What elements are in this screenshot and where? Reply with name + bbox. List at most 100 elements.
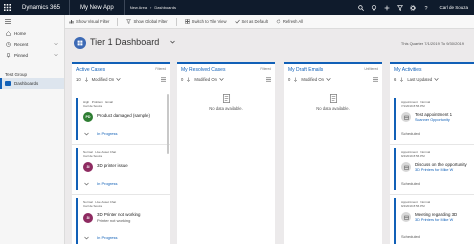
activity-title[interactable]: Test appointment 1 (415, 112, 452, 117)
sort-field-dropdown[interactable]: Last Updated (407, 77, 439, 82)
sort-field-dropdown[interactable]: Modified On (301, 77, 331, 82)
show-visual-filter-button[interactable]: Show Visual Filter (69, 19, 109, 24)
panel-sort-bar: 10 Modified On (72, 75, 170, 84)
case-status: In Progress (97, 181, 118, 186)
nav-item-label: Recent (14, 42, 29, 47)
command-bar: Show Visual Filter Show Global Filter Sw… (65, 15, 474, 29)
record-count: 0 (288, 77, 291, 82)
filter-icon[interactable] (396, 4, 403, 11)
page-title[interactable]: Tier 1 Dashboard (90, 37, 159, 47)
sort-direction-icon[interactable] (399, 77, 404, 82)
case-title[interactable]: Product damaged (sample) (97, 113, 150, 118)
app-launcher-icon[interactable] (0, 0, 15, 15)
activity-date: 9/4/2019 8:56 PM (401, 154, 425, 158)
list-options-icon[interactable] (266, 77, 271, 82)
panel-title[interactable]: My Activities (394, 67, 422, 73)
help-icon[interactable]: ? (422, 4, 429, 11)
panel-title[interactable]: Active Cases (76, 67, 105, 73)
scrollbar[interactable] (167, 94, 169, 154)
breadcrumb-area[interactable]: New Area (130, 5, 147, 10)
nav-item-recent[interactable]: Recent (0, 39, 64, 50)
search-icon[interactable] (357, 4, 364, 11)
hamburger-menu-icon[interactable] (0, 15, 64, 28)
pin-icon (5, 53, 11, 59)
sort-field-label: Modified On (91, 77, 115, 82)
chevron-down-icon[interactable] (84, 236, 89, 240)
activity-card[interactable]: Appointment Normal 9/4/2019 8:56 PM Meet… (394, 198, 474, 244)
chart-icon (69, 20, 74, 24)
regarding-link[interactable]: 3D Printers for Mike W (415, 168, 453, 172)
activity-date: 7/1/2019 8:56 PM (401, 104, 425, 108)
list-options-icon[interactable] (373, 77, 378, 82)
nav-item-dashboards[interactable]: Dashboards (0, 78, 64, 89)
chevron-down-icon[interactable] (54, 53, 58, 57)
switch-to-tile-view-button[interactable]: Switch to Tile View (184, 19, 227, 24)
gear-icon[interactable] (409, 4, 416, 11)
case-owner: Carl de Souza (83, 154, 103, 158)
tile-icon (184, 19, 190, 24)
show-global-filter-button[interactable]: Show Global Filter (126, 19, 168, 24)
button-label: Show Global Filter (133, 19, 168, 24)
chevron-down-icon[interactable] (54, 42, 58, 46)
clock-icon (5, 42, 11, 48)
brand-name[interactable]: Dynamics 365 (15, 0, 71, 15)
active-cases-panel: Active Cases Filtered 10 Modified On Hig… (72, 62, 170, 244)
lightbulb-icon[interactable] (370, 4, 377, 11)
button-label: Switch to Tile View (191, 19, 227, 24)
sort-field-label: Last Updated (407, 77, 433, 82)
sort-direction-icon[interactable] (84, 77, 89, 82)
case-card[interactable]: Normal Live Asset Chat Carl de Souza 3I … (76, 198, 166, 244)
user-name[interactable]: Carl de Souza (439, 5, 468, 10)
nav-item-label: Pinned (14, 53, 29, 58)
app-name[interactable]: My New App (70, 0, 125, 15)
panel-sort-bar: 0 Modified On (177, 75, 275, 84)
sort-direction-icon[interactable] (293, 77, 298, 82)
sort-field-label: Modified On (194, 77, 217, 82)
plus-icon[interactable] (383, 4, 390, 11)
sort-field-dropdown[interactable]: Modified On (194, 77, 224, 82)
activity-date: 9/4/2019 8:56 PM (401, 204, 425, 208)
case-description: Printer not working (97, 218, 131, 223)
chevron-down-icon[interactable] (170, 40, 175, 44)
regarding-link[interactable]: Scanner Opportunity (415, 118, 450, 122)
left-navigation: Home Recent Pinned Test Group Dashboards (0, 15, 65, 244)
activities-panel: My Activities 6 Last Updated Appointment… (390, 62, 474, 244)
activity-status: Scheduled (401, 131, 420, 136)
panel-title[interactable]: My Draft Emails (288, 67, 323, 73)
top-right-icons: ? Carl de Souza (357, 4, 474, 11)
case-title[interactable]: 3D Printer not working (97, 212, 140, 217)
dashboard-header: Tier 1 Dashboard This Quarter 7/1/2019 T… (65, 29, 474, 57)
draft-emails-panel: My Draft Emails Unfiltered 0 Modified On… (284, 62, 382, 244)
chevron-down-icon[interactable] (84, 132, 89, 136)
calendar-icon (401, 112, 411, 122)
empty-state-text: No data available. (209, 106, 243, 111)
record-count: 6 (394, 77, 397, 82)
set-as-default-button[interactable]: Set as Default (234, 19, 268, 24)
activity-card[interactable]: Appointment Normal 9/4/2019 8:56 PM Disc… (394, 148, 474, 190)
dashboard-icon (74, 37, 86, 49)
regarding-link[interactable]: 3D Printers for Mike W (415, 218, 453, 222)
activity-title[interactable]: Meeting regarding 3D (415, 212, 457, 217)
panel-title[interactable]: My Resolved Cases (181, 67, 225, 73)
filter-status: Filtered (155, 67, 166, 71)
refresh-all-button[interactable]: Refresh All (276, 19, 303, 24)
chevron-down-icon (219, 78, 224, 81)
case-owner: Carl de Souza (83, 104, 103, 108)
panel-sort-bar: 6 Last Updated (390, 75, 474, 84)
calendar-icon (401, 162, 411, 172)
list-options-icon[interactable] (161, 77, 166, 82)
nav-item-home[interactable]: Home (0, 28, 64, 39)
breadcrumb-page[interactable]: Dashboards (154, 5, 176, 10)
record-count: 0 (181, 77, 184, 82)
case-card[interactable]: Normal Live Asset Chat Carl de Souza 3I … (76, 148, 166, 190)
activity-title[interactable]: Discuss on the opportunity (415, 162, 467, 167)
sort-field-dropdown[interactable]: Modified On (92, 77, 122, 82)
case-card[interactable]: High Problem Email Carl de Souza PD Prod… (76, 98, 166, 140)
panel-header: My Activities (390, 64, 474, 75)
sort-direction-icon[interactable] (186, 77, 191, 82)
case-title[interactable]: 3D printer issue (97, 163, 128, 168)
nav-item-pinned[interactable]: Pinned (0, 50, 64, 61)
chevron-down-icon[interactable] (84, 182, 89, 186)
activity-card[interactable]: Appointment Normal 7/1/2019 8:56 PM Test… (394, 98, 474, 140)
empty-state: No data available. (177, 94, 275, 111)
